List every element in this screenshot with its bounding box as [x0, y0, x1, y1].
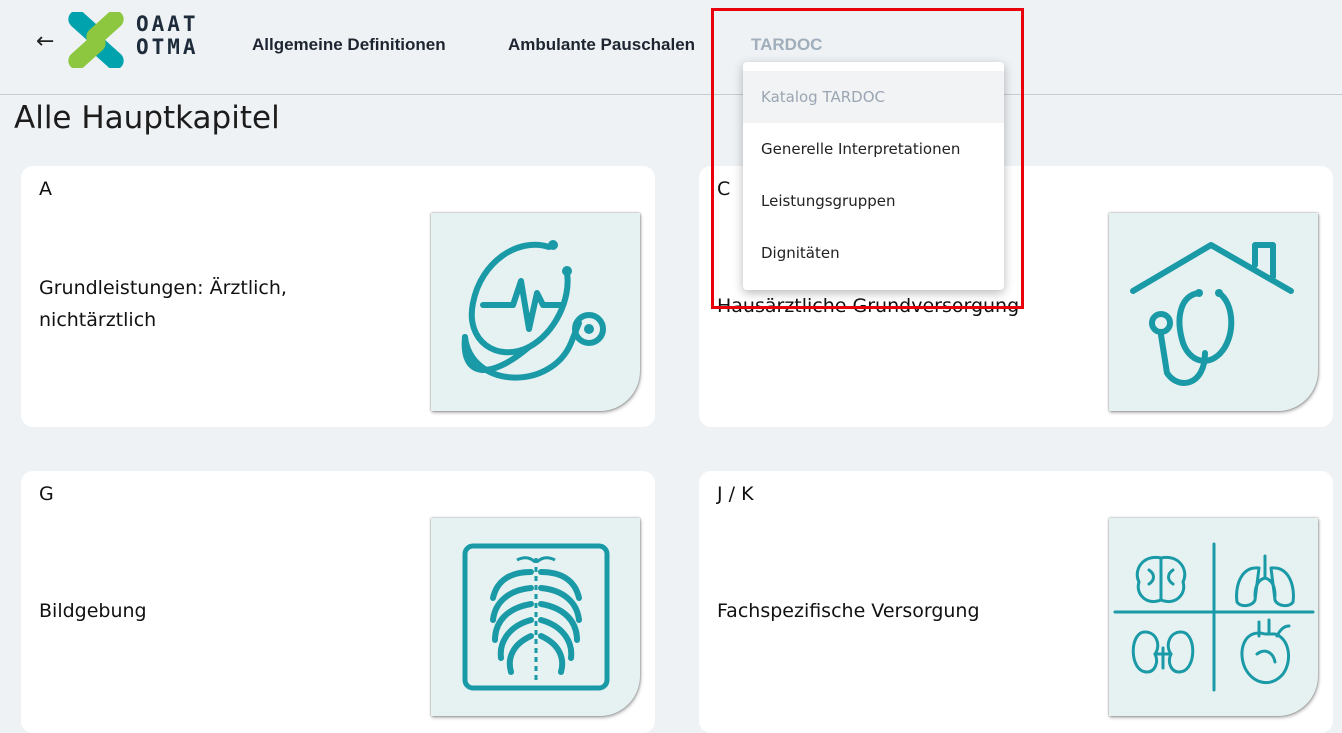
chapter-title-line: nichtärztlich: [39, 309, 157, 331]
chapter-card-g[interactable]: G Bildgebung: [21, 471, 655, 733]
chapter-illustration: [431, 213, 640, 411]
highlight-annotation-box: [711, 8, 1024, 309]
chapter-title: Fachspezifische Versorgung: [717, 595, 980, 627]
organs-icon: [1113, 542, 1315, 692]
chapter-illustration: [1109, 518, 1318, 716]
logo-line-2: OTMA: [136, 35, 199, 59]
chapter-card-a[interactable]: A Grundleistungen: Ärztlich, nichtärztli…: [21, 166, 655, 427]
chapter-letter: G: [39, 483, 54, 505]
back-arrow-icon[interactable]: ←: [36, 31, 54, 53]
nav-allgemeine-definitionen[interactable]: Allgemeine Definitionen: [252, 35, 446, 55]
chapter-letter: J / K: [717, 483, 754, 505]
logo-wordmark[interactable]: OAAT OTMA: [136, 13, 206, 59]
logo-line-1: OAAT: [136, 12, 199, 36]
house-stethoscope-icon: [1130, 242, 1294, 386]
nav-ambulante-pauschalen[interactable]: Ambulante Pauschalen: [508, 35, 695, 55]
oaat-logo-icon[interactable]: [63, 12, 129, 68]
stethoscope-heartbeat-icon: [461, 240, 606, 381]
chapter-title-line: Fachspezifische Versorgung: [717, 600, 980, 622]
chapter-card-jk[interactable]: J / K Fachspezifische Versorgung: [699, 471, 1333, 733]
xray-ribcage-icon: [462, 543, 610, 691]
chapter-illustration: [431, 518, 640, 716]
page-title: Alle Hauptkapitel: [14, 100, 280, 136]
chapter-title: Grundleistungen: Ärztlich, nichtärztlich: [39, 272, 287, 336]
top-navigation-bar: ← OAAT OTMA Allgemeine Definitionen Ambu…: [0, 0, 1342, 95]
chapter-title: Bildgebung: [39, 595, 147, 627]
chapter-title-line: Grundleistungen: Ärztlich,: [39, 277, 287, 299]
chapter-illustration: [1109, 213, 1318, 411]
chapter-letter: A: [39, 178, 52, 200]
chapter-title-line: Bildgebung: [39, 600, 147, 622]
